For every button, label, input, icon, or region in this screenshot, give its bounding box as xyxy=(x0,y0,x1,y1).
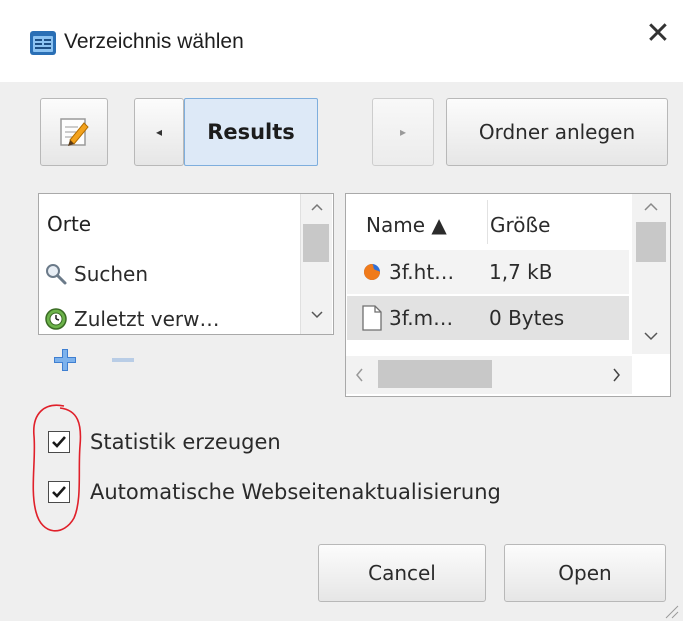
window-title: Verzeichnis wählen xyxy=(64,30,244,53)
places-item-label: Zuletzt verw… xyxy=(74,307,220,331)
file-name: 3f.ht… xyxy=(389,260,455,284)
places-scrollbar[interactable] xyxy=(300,194,332,334)
statistics-label: Statistik erzeugen xyxy=(90,430,281,454)
places-item-recent[interactable]: Zuletzt verw… xyxy=(44,303,294,335)
edit-path-button[interactable] xyxy=(40,98,108,166)
column-separator xyxy=(487,200,488,244)
resize-grip-icon[interactable] xyxy=(660,600,680,620)
open-button[interactable]: Open xyxy=(504,544,666,602)
column-header-size[interactable]: Größe xyxy=(490,210,610,240)
file-vscroll-arrows xyxy=(644,202,658,341)
remove-place-icon[interactable] xyxy=(110,347,136,373)
file-hscroll-thumb[interactable] xyxy=(378,360,492,388)
cancel-button[interactable]: Cancel xyxy=(318,544,486,602)
file-name: 3f.m… xyxy=(389,306,454,330)
close-button[interactable]: ✕ xyxy=(636,14,680,54)
places-scroll-arrows xyxy=(311,203,323,319)
places-item-label: Suchen xyxy=(74,262,149,286)
path-back-button[interactable]: ◂ xyxy=(134,98,184,166)
statistics-option[interactable]: Statistik erzeugen xyxy=(48,425,608,459)
annotation-circle xyxy=(32,404,82,532)
path-crumb-results[interactable]: Results xyxy=(184,98,318,166)
auto-update-option[interactable]: Automatische Webseitenaktualisierung xyxy=(48,475,608,509)
auto-update-label: Automatische Webseitenaktualisierung xyxy=(90,480,501,504)
add-place-icon[interactable] xyxy=(52,347,78,373)
file-vscroll-thumb[interactable] xyxy=(636,222,666,262)
places-item-search[interactable]: Suchen xyxy=(44,258,294,290)
column-header-name[interactable]: Name ▲ xyxy=(366,210,484,240)
recent-icon xyxy=(45,308,67,330)
create-folder-button[interactable]: Ordner anlegen xyxy=(446,98,668,166)
file-row[interactable]: 3f.ht… 1,7 kB xyxy=(347,250,629,294)
folder-dialog-icon xyxy=(30,31,56,55)
file-size: 1,7 kB xyxy=(489,260,553,284)
file-row[interactable]: 3f.m… 0 Bytes xyxy=(347,296,629,340)
path-forward-button[interactable]: ▸ xyxy=(372,98,434,166)
file-vertical-scrollbar[interactable] xyxy=(632,194,670,354)
blank-file-icon xyxy=(362,305,382,331)
file-size: 0 Bytes xyxy=(489,306,565,330)
edit-path-icon xyxy=(60,118,89,146)
firefox-html-icon xyxy=(364,264,380,280)
places-header: Orte xyxy=(47,212,92,236)
search-icon xyxy=(46,264,67,285)
places-scroll-thumb[interactable] xyxy=(303,224,329,262)
